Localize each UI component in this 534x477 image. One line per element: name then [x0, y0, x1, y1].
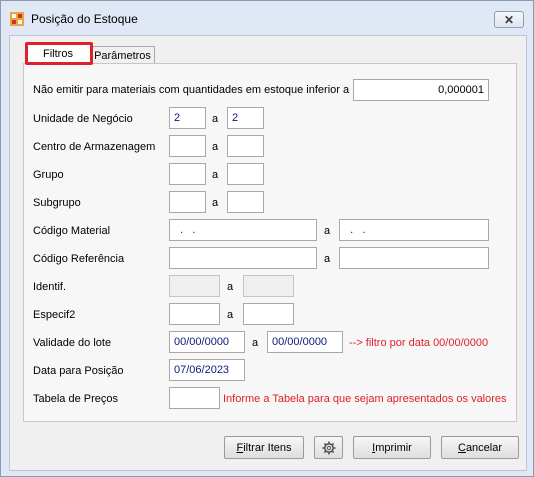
range-separator: a: [324, 225, 331, 237]
imprimir-label: mprimir: [375, 441, 412, 454]
min-qty-input[interactable]: 0,000001: [353, 79, 489, 101]
codigo-material-from-input[interactable]: . .: [169, 219, 317, 241]
close-icon: ✕: [503, 12, 515, 27]
unidade-label: Unidade de Negócio: [33, 113, 133, 125]
cancelar-mnemonic: C: [457, 441, 466, 454]
identif-label: Identif.: [33, 281, 67, 293]
tabela-precos-hint: Informe a Tabela para que sejam apresent…: [223, 393, 507, 405]
title-bar: Posição do Estoque ✕: [1, 1, 533, 35]
data-posicao-label: Data para Posição: [33, 365, 124, 377]
range-separator: a: [212, 141, 219, 153]
range-separator: a: [227, 309, 234, 321]
range-separator: a: [212, 169, 219, 181]
close-button[interactable]: ✕: [494, 11, 524, 28]
window-title: Posição do Estoque: [31, 12, 138, 26]
unidade-from-input[interactable]: 2: [169, 107, 206, 129]
especif2-to-input[interactable]: [243, 303, 294, 325]
tab-filtros-label: Filtros: [43, 47, 73, 60]
settings-button[interactable]: [314, 436, 343, 459]
range-separator: a: [212, 113, 219, 125]
range-separator: a: [252, 337, 259, 349]
subgrupo-to-input[interactable]: [227, 191, 264, 213]
cancelar-button[interactable]: Cancelar: [441, 436, 519, 459]
tab-parametros-label: Parâmetros: [94, 49, 151, 62]
tab-filtros[interactable]: Filtros: [25, 43, 91, 63]
filtros-panel: Não emitir para materiais com quantidade…: [23, 63, 517, 422]
grupo-to-input[interactable]: [227, 163, 264, 185]
filtrar-mnemonic: F: [236, 441, 244, 454]
subgrupo-from-input[interactable]: [169, 191, 206, 213]
grupo-label: Grupo: [33, 169, 64, 181]
codigo-material-label: Código Material: [33, 225, 111, 237]
range-separator: a: [227, 281, 234, 293]
gear-icon: [322, 441, 335, 454]
validade-to-input[interactable]: 00/00/0000: [267, 331, 343, 353]
identif-to-input: [243, 275, 294, 297]
centro-to-input[interactable]: [227, 135, 264, 157]
codigo-material-to-input[interactable]: . .: [339, 219, 489, 241]
especif2-label: Especif2: [33, 309, 76, 321]
posicao-estoque-window: Posição do Estoque ✕ Filtros Parâmetros …: [0, 0, 534, 477]
centro-label: Centro de Armazenagem: [33, 141, 156, 153]
validade-hint: --> filtro por data 00/00/0000: [349, 337, 489, 349]
identif-from-input: [169, 275, 220, 297]
codigo-referencia-label: Código Referência: [33, 253, 125, 265]
imprimir-button[interactable]: Imprimir: [353, 436, 431, 459]
tabela-precos-input[interactable]: [169, 387, 220, 409]
centro-from-input[interactable]: [169, 135, 206, 157]
cancelar-label: ancelar: [465, 441, 503, 454]
min-qty-label: Não emitir para materiais com quantidade…: [33, 84, 350, 96]
subgrupo-label: Subgrupo: [33, 197, 81, 209]
especif2-from-input[interactable]: [169, 303, 220, 325]
filtrar-label: iltrar Itens: [243, 441, 292, 454]
tab-parametros[interactable]: Parâmetros: [90, 46, 155, 64]
validade-from-input[interactable]: 00/00/0000: [169, 331, 245, 353]
grupo-from-input[interactable]: [169, 163, 206, 185]
unidade-to-input[interactable]: 2: [227, 107, 264, 129]
filtrar-itens-button[interactable]: Filtrar Itens: [224, 436, 304, 459]
tabela-precos-label: Tabela de Preços: [33, 393, 118, 405]
validade-label: Validade do lote: [33, 337, 112, 349]
app-grid-icon: [10, 12, 24, 26]
codigo-referencia-to-input[interactable]: [339, 247, 489, 269]
codigo-referencia-from-input[interactable]: [169, 247, 317, 269]
range-separator: a: [324, 253, 331, 265]
data-posicao-input[interactable]: 07/06/2023: [169, 359, 245, 381]
range-separator: a: [212, 197, 219, 209]
dialog-body: Filtros Parâmetros Não emitir para mater…: [9, 35, 527, 471]
